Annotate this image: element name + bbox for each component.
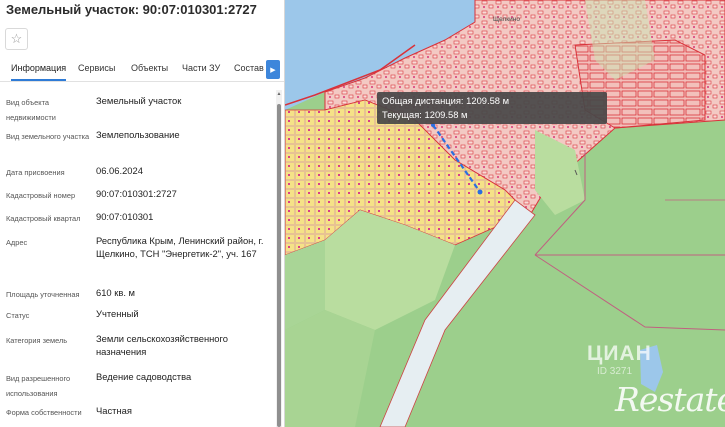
place-label: Щелкино bbox=[493, 16, 520, 23]
attribute-label: Кадастровый номер bbox=[6, 191, 76, 200]
attribute-label: Кадастровый квартал bbox=[6, 214, 81, 223]
attribute-value: Землепользование bbox=[96, 129, 180, 140]
attribute-label: Площадь уточненная bbox=[6, 290, 80, 299]
attribute-value: Ведение садоводства bbox=[96, 371, 192, 382]
attribute-label: Вид разрешенного использования bbox=[6, 374, 71, 398]
tabs-next-arrow-icon[interactable]: ▶ bbox=[266, 60, 280, 79]
restate-watermark: Restate bbox=[615, 380, 725, 419]
tab-services[interactable]: Сервисы bbox=[78, 63, 115, 73]
total-distance-text: Общая дистанция: 1209.58 м bbox=[382, 95, 510, 106]
attribute-label: Статус bbox=[6, 311, 30, 320]
scrollbar-thumb[interactable] bbox=[277, 104, 281, 427]
attribute-label: Дата присвоения bbox=[6, 168, 65, 177]
attribute-label: Вид объекта недвижимости bbox=[6, 98, 56, 122]
attribute-value: 90:07:010301 bbox=[96, 211, 154, 222]
attribute-value: Земли сельскохозяйственного назначения bbox=[96, 333, 228, 357]
attribute-value: 06.06.2024 bbox=[96, 165, 143, 176]
info-panel: Земельный участок: 90:07:010301:2727 ☆ И… bbox=[0, 0, 285, 427]
attribute-label: Адрес bbox=[6, 238, 28, 247]
attribute-label: Вид земельного участка bbox=[6, 132, 90, 141]
cadastral-map[interactable]: Общая дистанция: 1209.58 м Текущая: 1209… bbox=[285, 0, 725, 427]
tab-parcel-parts[interactable]: Части ЗУ bbox=[182, 63, 220, 73]
distance-tooltip: Общая дистанция: 1209.58 м Текущая: 1209… bbox=[377, 92, 607, 124]
attribute-value: Земельный участок bbox=[96, 95, 182, 106]
current-distance-text: Текущая: 1209.58 м bbox=[382, 109, 468, 120]
cian-id-watermark: ID 3271 bbox=[597, 366, 633, 377]
attribute-value: 90:07:010301:2727 bbox=[96, 188, 177, 199]
attribute-label: Категория земель bbox=[6, 336, 68, 345]
attribute-value: 610 кв. м bbox=[96, 287, 135, 298]
map-canvas bbox=[285, 0, 725, 427]
tab-bar: Информация Сервисы Объекты Части ЗУ Сост… bbox=[0, 58, 284, 82]
page-title: Земельный участок: 90:07:010301:2727 bbox=[6, 2, 257, 17]
scroll-up-arrow-icon[interactable]: ▲ bbox=[276, 90, 282, 98]
panel-scrollbar[interactable]: ▲ bbox=[276, 90, 282, 427]
cian-watermark: ЦИАН bbox=[587, 342, 652, 365]
tab-information[interactable]: Информация bbox=[11, 63, 67, 81]
favorite-star-icon[interactable]: ☆ bbox=[5, 28, 28, 50]
attribute-label: Форма собственности bbox=[6, 408, 82, 417]
attribute-value: Республика Крым, Ленинский район, г. Щел… bbox=[96, 235, 264, 259]
tab-composition[interactable]: Состав bbox=[234, 63, 264, 73]
tab-objects[interactable]: Объекты bbox=[131, 63, 168, 73]
attribute-value: Учтенный bbox=[96, 308, 139, 319]
attribute-value: Частная bbox=[96, 405, 132, 416]
